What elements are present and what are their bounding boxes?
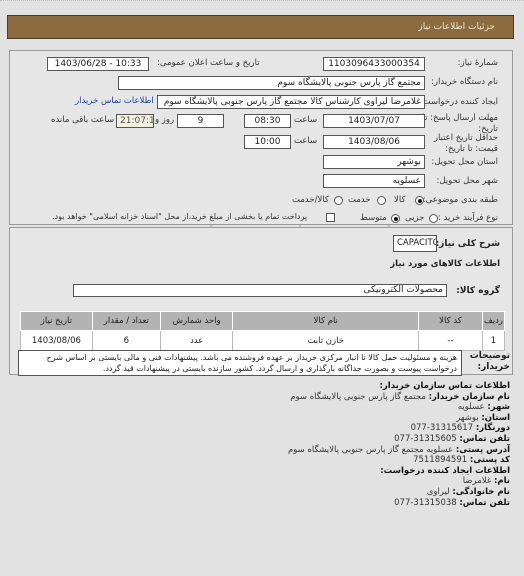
city-label: شهر محل تحویل:	[436, 176, 498, 186]
deadline-label: مهلت ارسال پاسخ: تا تاریخ:	[422, 113, 498, 134]
summary-label: شرح کلی نیاز:	[435, 239, 500, 249]
process-label: نوع فرآیند خرید :	[437, 213, 498, 223]
deadline-date-field: 1403/07/07	[323, 114, 425, 128]
contact-province-label: استان:	[481, 412, 510, 423]
postal-label: کد پستی:	[469, 455, 510, 466]
table-row: 1 -- خازن ثابت عدد 6 1403/08/06	[20, 330, 506, 351]
creator-name-label: نام:	[493, 476, 510, 487]
col-code: کد کالا	[418, 311, 483, 331]
need-number-label: شمارهٔ نیاز:	[457, 58, 498, 68]
creator-family-value: لیراوی	[426, 486, 450, 497]
category-option-service: خدمت	[348, 195, 371, 205]
province-field: بوشهر	[323, 155, 425, 169]
category-option-goods-service: کالا/خدمت	[292, 195, 329, 205]
days-label: روز و	[155, 115, 175, 125]
col-row: ردیف	[481, 311, 506, 331]
treasury-payment-label: پرداخت تمام یا بخشی از مبلغ خرید،از محل …	[52, 212, 308, 221]
cell-qty: 6	[91, 330, 161, 351]
contact-city-value: عسلویه	[457, 402, 485, 413]
creator-phone-label: تلفن تماس:	[459, 497, 510, 508]
creator-family-label: نام خانوادگی:	[452, 486, 510, 497]
treasury-payment-checkbox[interactable]	[326, 213, 335, 222]
fax-label: دورنگار:	[475, 423, 510, 434]
validity-time-label: ساعت	[294, 136, 318, 146]
address-value: عسلویه مجتمع گاز پارس جنوبی پالایشگاه سو…	[287, 444, 454, 455]
col-unit: واحد شمارش	[159, 311, 234, 331]
city-field: عسلویه	[323, 174, 425, 188]
cell-code: --	[418, 330, 483, 351]
phone-label: تلفن تماس:	[459, 433, 510, 444]
col-qty: تعداد / مقدار	[91, 311, 161, 331]
deadline-time-label: ساعت	[294, 115, 318, 125]
process-radio-medium[interactable]	[391, 214, 400, 223]
contact-city-label: شهر:	[487, 402, 510, 413]
deadline-time-field: 08:30	[244, 114, 291, 128]
postal-value: 7511894591	[413, 455, 468, 466]
buyer-contact-link[interactable]: اطلاعات تماس خریدار	[75, 96, 154, 106]
fax-value: 077-31315617	[410, 423, 474, 434]
col-name: نام کالا	[232, 311, 420, 331]
col-date: تاریخ نیاز	[20, 311, 93, 331]
contact-province-value: بوشهر	[456, 412, 479, 423]
remaining-time-field: 21:07:17	[116, 114, 154, 128]
goods-table: ردیف کد کالا نام کالا واحد شمارش تعداد /…	[20, 311, 506, 351]
days-field: 9	[177, 114, 224, 128]
cell-name: خازن ثابت	[232, 330, 420, 351]
category-label: طبقه بندی موضوعی:	[422, 195, 498, 205]
org-label: نام سازمان خریدار:	[428, 391, 510, 402]
cell-unit: عدد	[159, 330, 234, 351]
buyer-notes-field: هزینه و مسئولیت حمل کالا تا انبار مرکزی …	[18, 350, 462, 376]
goods-group-field: محصولات الکترونیکی	[73, 284, 447, 297]
phone-value: 077-31315605	[394, 433, 457, 444]
category-option-goods: کالا	[394, 195, 406, 205]
remaining-label: ساعت باقی مانده	[51, 115, 115, 125]
cell-date: 1403/08/06	[20, 330, 93, 351]
buyer-contact-section: اطلاعات تماس سازمان خریدار: نام سازمان خ…	[288, 381, 510, 508]
page-header: جزئیات اطلاعات نیاز	[7, 15, 514, 39]
goods-section-title: اطلاعات کالاهای مورد نیاز	[390, 259, 500, 269]
address-label: آدرس پستی:	[455, 444, 510, 455]
category-radio-goods[interactable]	[415, 196, 424, 205]
province-label: استان محل تحویل:	[431, 157, 498, 167]
category-radio-service[interactable]	[377, 196, 386, 205]
category-radio-goods-service[interactable]	[334, 196, 343, 205]
contact-title: اطلاعات تماس سازمان خریدار:	[379, 381, 510, 391]
goods-group-label: گروه کالا:	[456, 286, 500, 296]
process-option-minor: جزیی	[405, 213, 425, 223]
announce-field: 1403/06/28 - 10:33	[47, 57, 149, 71]
goods-table-header: ردیف کد کالا نام کالا واحد شمارش تعداد /…	[20, 311, 506, 331]
process-radio-minor[interactable]	[429, 214, 438, 223]
creator-name-value: غلامرضا	[462, 476, 492, 487]
org-value: مجتمع گاز پارس جنوبی پالایشگاه سوم	[290, 391, 426, 402]
validity-date-field: 1403/08/06	[323, 135, 425, 149]
buyer-name-label: نام دستگاه خریدار:	[431, 77, 498, 87]
need-number-field: 1103096433000354	[323, 57, 425, 71]
cell-row: 1	[481, 330, 506, 351]
creator-info-title: اطلاعات ایجاد کننده درخواست:	[380, 465, 510, 476]
validity-time-field: 10:00	[244, 135, 291, 149]
creator-phone-value: 077-31315038	[394, 497, 457, 508]
process-option-medium: متوسط	[360, 213, 387, 223]
buyer-notes-label: توضیحات خریدار:	[469, 351, 510, 372]
announce-label: تاریخ و ساعت اعلان عمومی:	[157, 58, 260, 68]
top-border	[0, 0, 524, 3]
page-title: جزئیات اطلاعات نیاز	[418, 22, 495, 32]
summary-field: CAPACITOR	[393, 235, 437, 252]
creator-field: غلامرضا لیراوی کارشناس کالا مجتمع گاز پا…	[157, 95, 425, 109]
buyer-name-field: مجتمع گاز پارس جنوبی پالایشگاه سوم	[118, 76, 425, 90]
validity-label: حداقل تاریخ اعتبار قیمت: تا تاریخ:	[433, 133, 498, 154]
creator-label: ایجاد کننده درخواست:	[419, 97, 498, 107]
